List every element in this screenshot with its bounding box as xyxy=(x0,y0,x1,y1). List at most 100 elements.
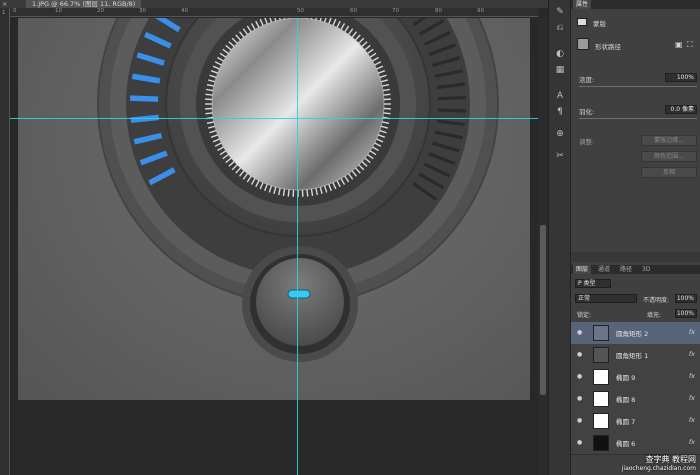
history-icon[interactable]: ⎌ xyxy=(553,22,567,35)
mask-title: 蒙版 xyxy=(593,20,606,28)
knob-tooth xyxy=(383,93,391,96)
fx-icon[interactable]: fx xyxy=(689,372,695,380)
layer-name: 椭圆 8 xyxy=(616,396,636,404)
mask-icon xyxy=(577,18,587,26)
paragraph-icon[interactable]: ¶ xyxy=(553,106,567,119)
layer-name: 圆角矩形 2 xyxy=(616,330,649,338)
watermark-url: jiaocheng.chazidian.com xyxy=(621,465,696,472)
layer-thumbnail xyxy=(593,369,609,385)
feather-slider[interactable] xyxy=(579,118,697,119)
visibility-eye-icon[interactable]: ● xyxy=(577,395,582,402)
ruler-label: 30 xyxy=(139,8,146,14)
tab-layers[interactable]: 图层 xyxy=(573,265,592,274)
guide-vertical[interactable] xyxy=(297,18,298,475)
density-slider[interactable] xyxy=(579,86,697,87)
fx-icon[interactable]: fx xyxy=(689,328,695,336)
layer-name: 椭圆 7 xyxy=(616,418,636,426)
ruler-vertical[interactable]: 1 xyxy=(0,8,10,475)
fx-icon[interactable]: fx xyxy=(689,350,695,358)
layer-kind-filter[interactable]: P 类型 xyxy=(575,279,611,288)
color-range-button[interactable]: 颜色范围... xyxy=(641,151,697,162)
fill-field[interactable]: 100% xyxy=(675,309,697,318)
type-icon[interactable]: A xyxy=(553,90,567,103)
refine-label: 调整: xyxy=(579,138,595,146)
mask-edge-button[interactable]: 蒙版边缘... xyxy=(641,135,697,146)
properties-footer xyxy=(571,252,700,262)
canvas-area[interactable] xyxy=(10,18,538,475)
tab-3d[interactable]: 3D xyxy=(639,265,653,274)
fx-icon[interactable]: fx xyxy=(689,394,695,402)
swatch-icon[interactable]: ▦ xyxy=(553,64,567,77)
pixel-mask-icon[interactable]: ▣ xyxy=(675,40,683,49)
layer-row[interactable]: ● 圆角矩形 2 fx xyxy=(571,322,700,345)
visibility-eye-icon[interactable]: ● xyxy=(577,351,582,358)
ruler-label: 0 xyxy=(13,8,17,14)
small-knob xyxy=(256,258,344,346)
ruler-label: 40 xyxy=(181,8,188,14)
ruler-horizontal[interactable]: 0 10 20 30 40 50 60 70 80 90 xyxy=(10,8,538,17)
density-label: 浓度: xyxy=(579,76,595,84)
knob-tooth xyxy=(205,112,213,115)
invert-button[interactable]: 反相 xyxy=(641,167,697,178)
visibility-eye-icon[interactable]: ● xyxy=(577,439,582,446)
layer-row[interactable]: ● 椭圆 6 fx xyxy=(571,432,700,455)
scrollbar-thumb[interactable] xyxy=(540,225,546,395)
guide-horizontal[interactable] xyxy=(10,118,538,119)
panel-icon-strip: ✎ ⎌ ◐ ▦ A ¶ ⊕ ✂ xyxy=(548,0,570,475)
vector-mask-icon[interactable]: ⛶ xyxy=(687,40,693,50)
visibility-eye-icon[interactable]: ● xyxy=(577,329,582,336)
ruler-label: 70 xyxy=(392,8,399,14)
density-field[interactable]: 100% xyxy=(665,73,697,82)
ring-segment xyxy=(130,95,159,102)
layer-thumbnail xyxy=(593,391,609,407)
knob-tooth xyxy=(205,93,213,96)
blend-mode-select[interactable]: 正常 xyxy=(575,294,637,303)
ruler-label: 60 xyxy=(350,8,357,14)
tab-paths[interactable]: 路径 xyxy=(617,265,635,274)
opacity-field[interactable]: 100% xyxy=(675,294,697,303)
knob-tooth xyxy=(383,112,391,115)
ring-segment xyxy=(437,95,466,101)
layer-thumbnail xyxy=(593,325,609,341)
fx-icon[interactable]: fx xyxy=(689,416,695,424)
lock-label: 锁定: xyxy=(577,312,592,319)
properties-header: 属性 xyxy=(571,0,700,9)
feather-field[interactable]: 0.0 像素 xyxy=(665,105,697,114)
right-panel: 属性 蒙版 形状路径 ▣ ⛶ 浓度: 100% 羽化: 0.0 像素 调整: 蒙… xyxy=(570,0,700,475)
layer-thumbnail xyxy=(593,435,609,451)
tab-channels[interactable]: 通道 xyxy=(595,265,613,274)
layers-tab-bar: 图层 通道 路径 3D xyxy=(571,265,700,274)
mask-type-label: 形状路径 xyxy=(595,43,621,51)
artboard[interactable] xyxy=(18,18,530,400)
adjust-icon[interactable]: ◐ xyxy=(553,48,567,61)
layer-row[interactable]: ● 椭圆 9 fx xyxy=(571,366,700,389)
layer-name: 圆角矩形 1 xyxy=(616,352,649,360)
metal-knob xyxy=(212,18,384,190)
layer-name: 椭圆 6 xyxy=(616,440,636,448)
brush-icon[interactable]: ✎ xyxy=(553,6,567,19)
layer-row[interactable]: ● 圆角矩形 1 fx xyxy=(571,344,700,367)
knob-illustration xyxy=(97,18,499,362)
tab-properties[interactable]: 属性 xyxy=(573,0,592,9)
measure-icon[interactable]: ⊕ xyxy=(553,128,567,141)
knob-tooth xyxy=(287,189,290,197)
ruler-label: 80 xyxy=(435,8,442,14)
knob-tooth xyxy=(306,189,309,197)
close-tab-icon[interactable]: × xyxy=(2,0,7,8)
layer-row[interactable]: ● 椭圆 7 fx xyxy=(571,410,700,433)
tools-icon[interactable]: ✂ xyxy=(553,150,567,163)
feather-label: 羽化: xyxy=(579,108,595,116)
mask-thumbnail[interactable] xyxy=(577,38,589,50)
ring-segment xyxy=(437,108,466,113)
ruler-label: 20 xyxy=(97,8,104,14)
visibility-eye-icon[interactable]: ● xyxy=(577,417,582,424)
layer-row[interactable]: ● 椭圆 8 fx xyxy=(571,388,700,411)
layer-thumbnail xyxy=(593,347,609,363)
document-tab[interactable]: 1.JPG @ 66.7% (图层 11, RGB/8) xyxy=(26,0,142,8)
ruler-label: 1 xyxy=(2,10,6,16)
fx-icon[interactable]: fx xyxy=(689,438,695,446)
layer-name: 椭圆 9 xyxy=(616,374,636,382)
small-knob-indicator xyxy=(287,289,311,299)
visibility-eye-icon[interactable]: ● xyxy=(577,373,582,380)
ruler-label: 10 xyxy=(55,8,62,14)
